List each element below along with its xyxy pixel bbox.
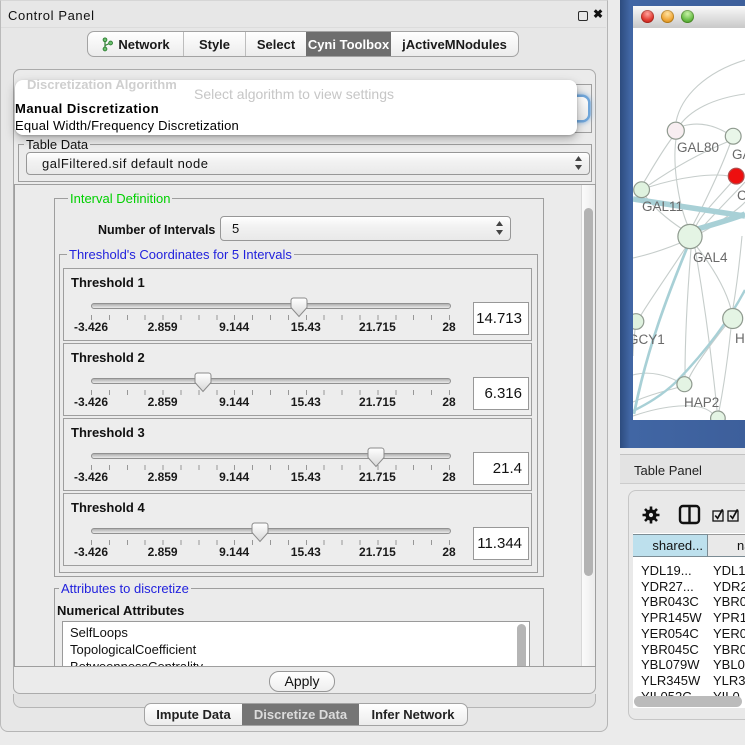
svg-text:HAP2: HAP2: [684, 395, 719, 410]
svg-text:H: H: [735, 331, 745, 346]
svg-text:C: C: [737, 188, 745, 203]
svg-text:GAL11: GAL11: [642, 199, 683, 214]
svg-text:GCY1: GCY1: [633, 332, 665, 347]
svg-text:GAL80: GAL80: [677, 140, 719, 155]
svg-text:GAL4: GAL4: [693, 250, 728, 265]
svg-text:GA: GA: [732, 147, 745, 162]
